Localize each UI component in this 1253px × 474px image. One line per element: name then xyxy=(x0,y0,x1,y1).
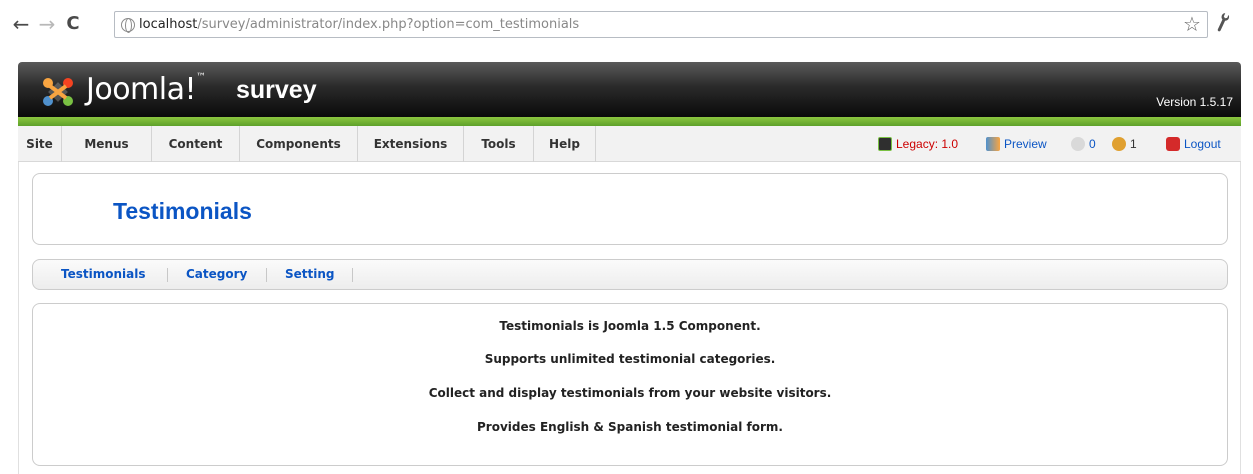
menu-content[interactable]: Content xyxy=(152,126,240,162)
logout-icon xyxy=(1166,137,1180,151)
description-line: Supports unlimited testimonial categorie… xyxy=(484,352,776,366)
toolbar-box: Testimonials xyxy=(32,173,1228,245)
submenu-testimonials[interactable]: Testimonials xyxy=(61,260,145,289)
url-host: localhost xyxy=(139,17,198,32)
messages-count[interactable]: 0 xyxy=(1071,126,1096,162)
browser-toolbar: ← → C localhost/survey/administrator/ind… xyxy=(0,0,1253,52)
preview-link[interactable]: Preview xyxy=(986,126,1047,162)
globe-icon xyxy=(121,17,135,33)
messages-icon xyxy=(1071,137,1085,151)
wrench-icon[interactable] xyxy=(1210,9,1237,39)
address-bar[interactable]: localhost/survey/administrator/index.php… xyxy=(114,11,1208,38)
menu-menus[interactable]: Menus xyxy=(62,126,152,162)
page-title: Testimonials xyxy=(113,198,252,224)
logout-link[interactable]: Logout xyxy=(1166,126,1221,162)
back-icon[interactable]: ← xyxy=(10,12,32,36)
bookmark-star-icon[interactable]: ☆ xyxy=(1183,12,1201,36)
description-line: Testimonials is Joomla 1.5 Component. xyxy=(499,319,761,333)
submenu-setting[interactable]: Setting xyxy=(285,260,335,289)
submenu-divider xyxy=(352,268,353,282)
version-label: Version 1.5.17 xyxy=(1156,95,1233,109)
legacy-icon xyxy=(878,137,892,151)
users-online[interactable]: 1 xyxy=(1112,126,1137,162)
preview-label: Preview xyxy=(1004,137,1047,151)
legacy-status: Legacy: 1.0 xyxy=(878,126,958,162)
messages-count-label: 0 xyxy=(1089,137,1096,151)
description-line: Provides English & Spanish testimonial f… xyxy=(477,420,783,434)
menu-tools[interactable]: Tools xyxy=(464,126,534,162)
users-count-label: 1 xyxy=(1130,137,1137,151)
submenu-category[interactable]: Category xyxy=(186,260,247,289)
url-path: /survey/administrator/index.php?option=c… xyxy=(197,17,580,32)
description-line: Collect and display testimonials from yo… xyxy=(428,386,832,400)
submenu-divider xyxy=(167,268,168,282)
logout-label: Logout xyxy=(1184,137,1221,151)
preview-icon xyxy=(986,137,1000,151)
forward-icon[interactable]: → xyxy=(36,12,58,36)
joomla-logo-icon xyxy=(43,78,73,106)
menu-extensions[interactable]: Extensions xyxy=(358,126,464,162)
admin-header: Joomla!™ survey Version 1.5.17 xyxy=(18,62,1241,117)
submenu-divider xyxy=(266,268,267,282)
site-name: survey xyxy=(236,76,317,104)
reload-icon[interactable]: C xyxy=(62,12,84,36)
admin-menubar: Site Menus Content Components Extensions… xyxy=(18,126,1241,162)
legacy-label: Legacy: 1.0 xyxy=(896,137,959,151)
menu-components[interactable]: Components xyxy=(240,126,358,162)
content-panel: Testimonials is Joomla 1.5 Component. Su… xyxy=(32,303,1228,466)
submenu: Testimonials Category Setting xyxy=(32,259,1228,290)
header-accent-bar xyxy=(18,117,1241,126)
menu-help[interactable]: Help xyxy=(534,126,596,162)
joomla-wordmark: Joomla!™ xyxy=(86,72,206,107)
users-icon xyxy=(1112,137,1126,151)
menu-site[interactable]: Site xyxy=(18,126,62,162)
